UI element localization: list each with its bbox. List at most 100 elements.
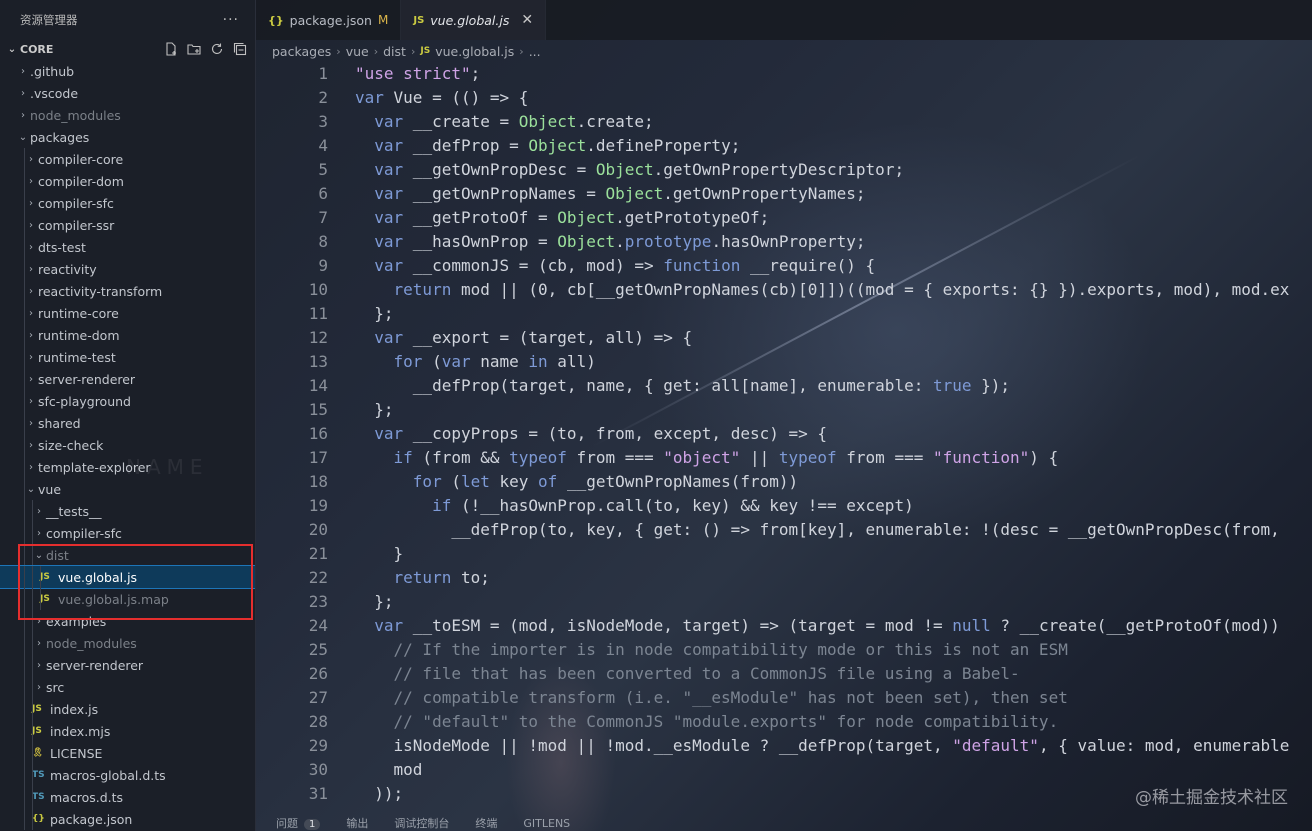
code-token: isNodeMode || !mod || !mod.__esModule ? … bbox=[355, 736, 953, 755]
tree-folder-sfc-playground[interactable]: › sfc-playground bbox=[0, 390, 255, 412]
tree-folder-shared[interactable]: › shared bbox=[0, 412, 255, 434]
tree-folder-vue[interactable]: ⌄ vue bbox=[0, 478, 255, 500]
line-number: 14 bbox=[308, 376, 328, 395]
panel-tab[interactable]: GITLENS bbox=[523, 817, 570, 830]
tab-vue-global-js[interactable]: JS vue.global.js ✕ bbox=[401, 0, 547, 40]
line-number: 22 bbox=[308, 568, 328, 587]
chevron-right-icon: › bbox=[29, 219, 33, 231]
code-line: 21 } bbox=[256, 542, 1312, 566]
tree-folder-compiler-ssr[interactable]: › compiler-ssr bbox=[0, 214, 255, 236]
site-watermark: @稀土掘金技术社区 bbox=[1135, 788, 1288, 808]
tree-folder-dist[interactable]: ⌄ dist bbox=[0, 544, 255, 566]
workspace-root[interactable]: ⌄ CORE bbox=[0, 38, 255, 60]
indent-guide bbox=[24, 764, 25, 786]
tree-folder-src[interactable]: › src bbox=[0, 676, 255, 698]
indent-guide bbox=[40, 566, 41, 588]
code-token: var bbox=[374, 616, 404, 635]
code-text: if (from && typeof from === "object" || … bbox=[328, 446, 1059, 470]
tree-item-label: src bbox=[46, 679, 65, 695]
indent-guide bbox=[24, 192, 25, 214]
code-text: var Vue = (() => { bbox=[328, 86, 528, 110]
tree-file-vue-global-js[interactable]: JS vue.global.js bbox=[0, 565, 255, 589]
chevron-right-icon: › bbox=[29, 417, 33, 429]
panel-tab[interactable]: 调试控制台 bbox=[394, 815, 449, 831]
tree-file-license[interactable]: 🎗 LICENSE bbox=[0, 742, 255, 764]
code-token: __defProp = bbox=[403, 136, 529, 155]
code-token: key bbox=[489, 472, 539, 491]
code-line: 12 var __export = (target, all) => { bbox=[256, 326, 1312, 350]
tree-item-label: .vscode bbox=[30, 85, 79, 101]
tree-file-index-js[interactable]: JS index.js bbox=[0, 698, 255, 720]
code-text: // compatible transform (i.e. "__esModul… bbox=[328, 686, 1068, 710]
close-icon[interactable]: ✕ bbox=[521, 12, 533, 28]
tree-folder-size-check[interactable]: › size-check bbox=[0, 434, 255, 456]
tree-folder-node-modules[interactable]: › node_modules bbox=[0, 632, 255, 654]
breadcrumb-item[interactable]: vue.global.js bbox=[435, 44, 514, 59]
panel-tab[interactable]: 问题 1 bbox=[276, 815, 321, 831]
code-token: // "default" to the CommonJS "module.exp… bbox=[355, 712, 1059, 731]
breadcrumb-item[interactable]: dist bbox=[383, 44, 406, 59]
panel-tab[interactable]: 终端 bbox=[475, 815, 497, 831]
code-token: from === bbox=[566, 448, 664, 467]
indent-guide bbox=[24, 632, 25, 654]
tree-file-vue-global-js-map[interactable]: JS vue.global.js.map bbox=[0, 588, 255, 610]
tree-folder-node-modules[interactable]: › node_modules bbox=[0, 104, 255, 126]
tree-item-label: size-check bbox=[38, 437, 104, 453]
tree-file-macros-d-ts[interactable]: TS macros.d.ts bbox=[0, 786, 255, 808]
refresh-icon[interactable] bbox=[207, 40, 226, 58]
tree-file-macros-global-d-ts[interactable]: TS macros-global.d.ts bbox=[0, 764, 255, 786]
tree-item-label: runtime-dom bbox=[38, 327, 120, 343]
code-line: 2 var Vue = (() => { bbox=[256, 86, 1312, 110]
indent-guide bbox=[24, 456, 25, 478]
collapse-all-icon[interactable] bbox=[230, 40, 249, 58]
more-actions-icon[interactable]: ··· bbox=[223, 12, 239, 28]
tree-folder-compiler-sfc[interactable]: › compiler-sfc bbox=[0, 192, 255, 214]
tree-folder-runtime-core[interactable]: › runtime-core bbox=[0, 302, 255, 324]
breadcrumb-item[interactable]: ... bbox=[529, 44, 541, 59]
code-editor[interactable]: 1 "use strict"; 2 var Vue = (() => {3 var _… bbox=[256, 62, 1312, 806]
tree-folder--tests-[interactable]: › __tests__ bbox=[0, 500, 255, 522]
tree-folder-packages[interactable]: ⌄ packages bbox=[0, 126, 255, 148]
panel-tab[interactable]: 输出 bbox=[346, 815, 368, 831]
code-token: typeof bbox=[509, 448, 567, 467]
code-token: var bbox=[374, 208, 404, 227]
new-file-icon[interactable] bbox=[161, 40, 180, 58]
breadcrumb-item[interactable]: packages bbox=[272, 44, 331, 59]
tree-folder--github[interactable]: › .github bbox=[0, 60, 255, 82]
new-folder-icon[interactable] bbox=[184, 40, 203, 58]
line-number: 13 bbox=[308, 352, 328, 371]
tree-folder-compiler-core[interactable]: › compiler-core bbox=[0, 148, 255, 170]
tree-folder-reactivity[interactable]: › reactivity bbox=[0, 258, 255, 280]
indent-guide bbox=[24, 148, 25, 170]
line-number: 30 bbox=[308, 760, 328, 779]
tree-folder-runtime-dom[interactable]: › runtime-dom bbox=[0, 324, 255, 346]
tree-file-package-json[interactable]: {} package.json bbox=[0, 808, 255, 830]
code-token: // file that has been converted to a Com… bbox=[355, 664, 1020, 683]
tree-folder-reactivity-transform[interactable]: › reactivity-transform bbox=[0, 280, 255, 302]
tree-folder--vscode[interactable]: › .vscode bbox=[0, 82, 255, 104]
tree-folder-runtime-test[interactable]: › runtime-test bbox=[0, 346, 255, 368]
line-number: 8 bbox=[318, 232, 328, 251]
line-number: 5 bbox=[318, 160, 328, 179]
code-token: __defProp(target, name, { get: all[name]… bbox=[355, 376, 933, 395]
tab-package-json[interactable]: {} package.json M bbox=[256, 0, 402, 40]
chevron-right-icon: › bbox=[29, 285, 33, 297]
code-text: var __defProp = Object.defineProperty; bbox=[328, 134, 740, 158]
ts-file-icon: TS bbox=[32, 792, 45, 802]
code-text: // "default" to the CommonJS "module.exp… bbox=[328, 710, 1059, 734]
breadcrumb-item[interactable]: vue bbox=[346, 44, 369, 59]
tree-item-label: reactivity bbox=[38, 261, 97, 277]
tree-file-index-mjs[interactable]: JS index.mjs bbox=[0, 720, 255, 742]
chevron-down-icon: ⌄ bbox=[26, 483, 36, 495]
code-token: return bbox=[393, 280, 452, 299]
indent-guide bbox=[24, 412, 25, 434]
indent-guide bbox=[24, 478, 25, 500]
tree-folder-compiler-dom[interactable]: › compiler-dom bbox=[0, 170, 255, 192]
tree-folder-dts-test[interactable]: › dts-test bbox=[0, 236, 255, 258]
line-number: 6 bbox=[318, 184, 328, 203]
chevron-right-icon: › bbox=[29, 153, 33, 165]
tree-folder-compiler-sfc[interactable]: › compiler-sfc bbox=[0, 522, 255, 544]
tree-folder-examples[interactable]: › examples bbox=[0, 610, 255, 632]
tree-folder-server-renderer[interactable]: › server-renderer bbox=[0, 654, 255, 676]
tree-folder-server-renderer[interactable]: › server-renderer bbox=[0, 368, 255, 390]
